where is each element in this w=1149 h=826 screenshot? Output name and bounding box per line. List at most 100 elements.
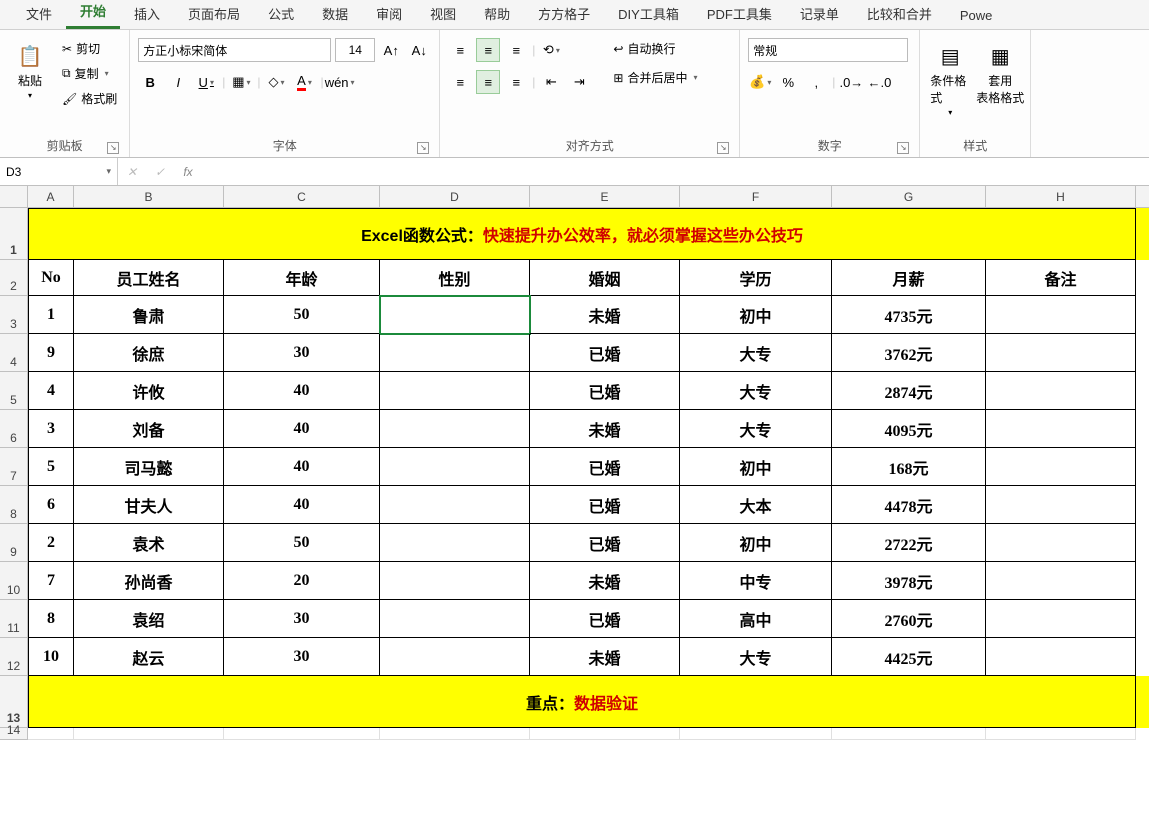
row-header-2[interactable]: 2: [0, 260, 28, 296]
bold-button[interactable]: B: [138, 70, 162, 94]
header-cell-G[interactable]: 月薪: [832, 260, 986, 296]
fx-button[interactable]: fx: [174, 165, 202, 179]
cell-D5[interactable]: [380, 372, 530, 410]
row-header-3[interactable]: 3: [0, 296, 28, 334]
cell-A6[interactable]: 3: [28, 410, 74, 448]
increase-decimal-button[interactable]: .0→: [839, 70, 863, 94]
cell-E3[interactable]: 未婚: [530, 296, 680, 334]
tab-插入[interactable]: 插入: [120, 0, 174, 29]
cell-B4[interactable]: 徐庶: [74, 334, 224, 372]
cell-G12[interactable]: 4425元: [832, 638, 986, 676]
row-header-12[interactable]: 12: [0, 638, 28, 676]
percent-button[interactable]: %: [776, 70, 800, 94]
cell-C4[interactable]: 30: [224, 334, 380, 372]
font-launcher[interactable]: ↘: [417, 142, 429, 154]
cell-F12[interactable]: 大专: [680, 638, 832, 676]
tab-文件[interactable]: 文件: [12, 0, 66, 29]
underline-button[interactable]: U: [194, 70, 218, 94]
align-launcher[interactable]: ↘: [717, 142, 729, 154]
cell-H14[interactable]: [986, 728, 1136, 740]
cell-A10[interactable]: 7: [28, 562, 74, 600]
indent-increase-button[interactable]: ⇥: [567, 70, 591, 94]
phonetic-button[interactable]: wén: [328, 70, 352, 94]
header-cell-E[interactable]: 婚姻: [530, 260, 680, 296]
conditional-format-button[interactable]: ▤ 条件格式▾: [928, 38, 972, 119]
cell-H8[interactable]: [986, 486, 1136, 524]
cell-G3[interactable]: 4735元: [832, 296, 986, 334]
tab-方方格子[interactable]: 方方格子: [524, 0, 604, 29]
cell-E6[interactable]: 未婚: [530, 410, 680, 448]
header-cell-D[interactable]: 性别: [380, 260, 530, 296]
cell-C7[interactable]: 40: [224, 448, 380, 486]
cell-B5[interactable]: 许攸: [74, 372, 224, 410]
col-header-A[interactable]: A: [28, 186, 74, 207]
cell-F5[interactable]: 大专: [680, 372, 832, 410]
cell-C10[interactable]: 20: [224, 562, 380, 600]
format-painter-button[interactable]: 🖌格式刷: [58, 88, 121, 109]
header-cell-A[interactable]: No: [28, 260, 74, 296]
cell-A3[interactable]: 1: [28, 296, 74, 334]
cell-H5[interactable]: [986, 372, 1136, 410]
cell-G7[interactable]: 168元: [832, 448, 986, 486]
cell-D11[interactable]: [380, 600, 530, 638]
col-header-H[interactable]: H: [986, 186, 1136, 207]
row-header-11[interactable]: 11: [0, 600, 28, 638]
row-header-7[interactable]: 7: [0, 448, 28, 486]
cell-G6[interactable]: 4095元: [832, 410, 986, 448]
cell-A5[interactable]: 4: [28, 372, 74, 410]
tab-记录单[interactable]: 记录单: [786, 0, 853, 29]
spreadsheet-grid[interactable]: ABCDEFGH 1Excel函数公式：快速提升办公效率，就必须掌握这些办公技巧…: [0, 186, 1149, 740]
cell-D3[interactable]: [380, 296, 530, 334]
font-name-select[interactable]: [138, 38, 331, 62]
cell-F3[interactable]: 初中: [680, 296, 832, 334]
cell-D6[interactable]: [380, 410, 530, 448]
align-bottom-button[interactable]: ≡: [504, 38, 528, 62]
cell-B7[interactable]: 司马懿: [74, 448, 224, 486]
cell-B10[interactable]: 孙尚香: [74, 562, 224, 600]
col-header-F[interactable]: F: [680, 186, 832, 207]
cell-C6[interactable]: 40: [224, 410, 380, 448]
cell-A14[interactable]: [28, 728, 74, 740]
cell-B3[interactable]: 鲁肃: [74, 296, 224, 334]
copy-button[interactable]: ⧉复制: [58, 63, 121, 84]
cell-C5[interactable]: 40: [224, 372, 380, 410]
align-top-button[interactable]: ≡: [448, 38, 472, 62]
row-header-9[interactable]: 9: [0, 524, 28, 562]
cell-F14[interactable]: [680, 728, 832, 740]
cell-H3[interactable]: [986, 296, 1136, 334]
tab-开始[interactable]: 开始: [66, 0, 120, 29]
cell-E7[interactable]: 已婚: [530, 448, 680, 486]
tab-DIY工具箱[interactable]: DIY工具箱: [604, 0, 693, 29]
cell-A11[interactable]: 8: [28, 600, 74, 638]
indent-decrease-button[interactable]: ⇤: [539, 70, 563, 94]
cell-E9[interactable]: 已婚: [530, 524, 680, 562]
cell-E14[interactable]: [530, 728, 680, 740]
cell-D9[interactable]: [380, 524, 530, 562]
col-header-G[interactable]: G: [832, 186, 986, 207]
decrease-decimal-button[interactable]: ←.0: [867, 70, 891, 94]
align-right-button[interactable]: ≡: [504, 70, 528, 94]
cell-G11[interactable]: 2760元: [832, 600, 986, 638]
row-header-8[interactable]: 8: [0, 486, 28, 524]
cell-E4[interactable]: 已婚: [530, 334, 680, 372]
name-box[interactable]: D3 ▾: [0, 158, 118, 185]
increase-font-button[interactable]: A↑: [379, 38, 403, 62]
header-cell-H[interactable]: 备注: [986, 260, 1136, 296]
cell-H12[interactable]: [986, 638, 1136, 676]
cancel-formula-button[interactable]: ✕: [118, 165, 146, 179]
cell-G9[interactable]: 2722元: [832, 524, 986, 562]
cell-G8[interactable]: 4478元: [832, 486, 986, 524]
cell-H4[interactable]: [986, 334, 1136, 372]
cell-D10[interactable]: [380, 562, 530, 600]
cell-D8[interactable]: [380, 486, 530, 524]
wrap-text-button[interactable]: ↩自动换行: [609, 38, 701, 59]
align-middle-button[interactable]: ≡: [476, 38, 500, 62]
cell-A4[interactable]: 9: [28, 334, 74, 372]
enter-formula-button[interactable]: ✓: [146, 165, 174, 179]
cell-F10[interactable]: 中专: [680, 562, 832, 600]
cell-B12[interactable]: 赵云: [74, 638, 224, 676]
header-cell-F[interactable]: 学历: [680, 260, 832, 296]
cell-E11[interactable]: 已婚: [530, 600, 680, 638]
cell-E5[interactable]: 已婚: [530, 372, 680, 410]
row-header-13[interactable]: 13: [0, 676, 28, 728]
